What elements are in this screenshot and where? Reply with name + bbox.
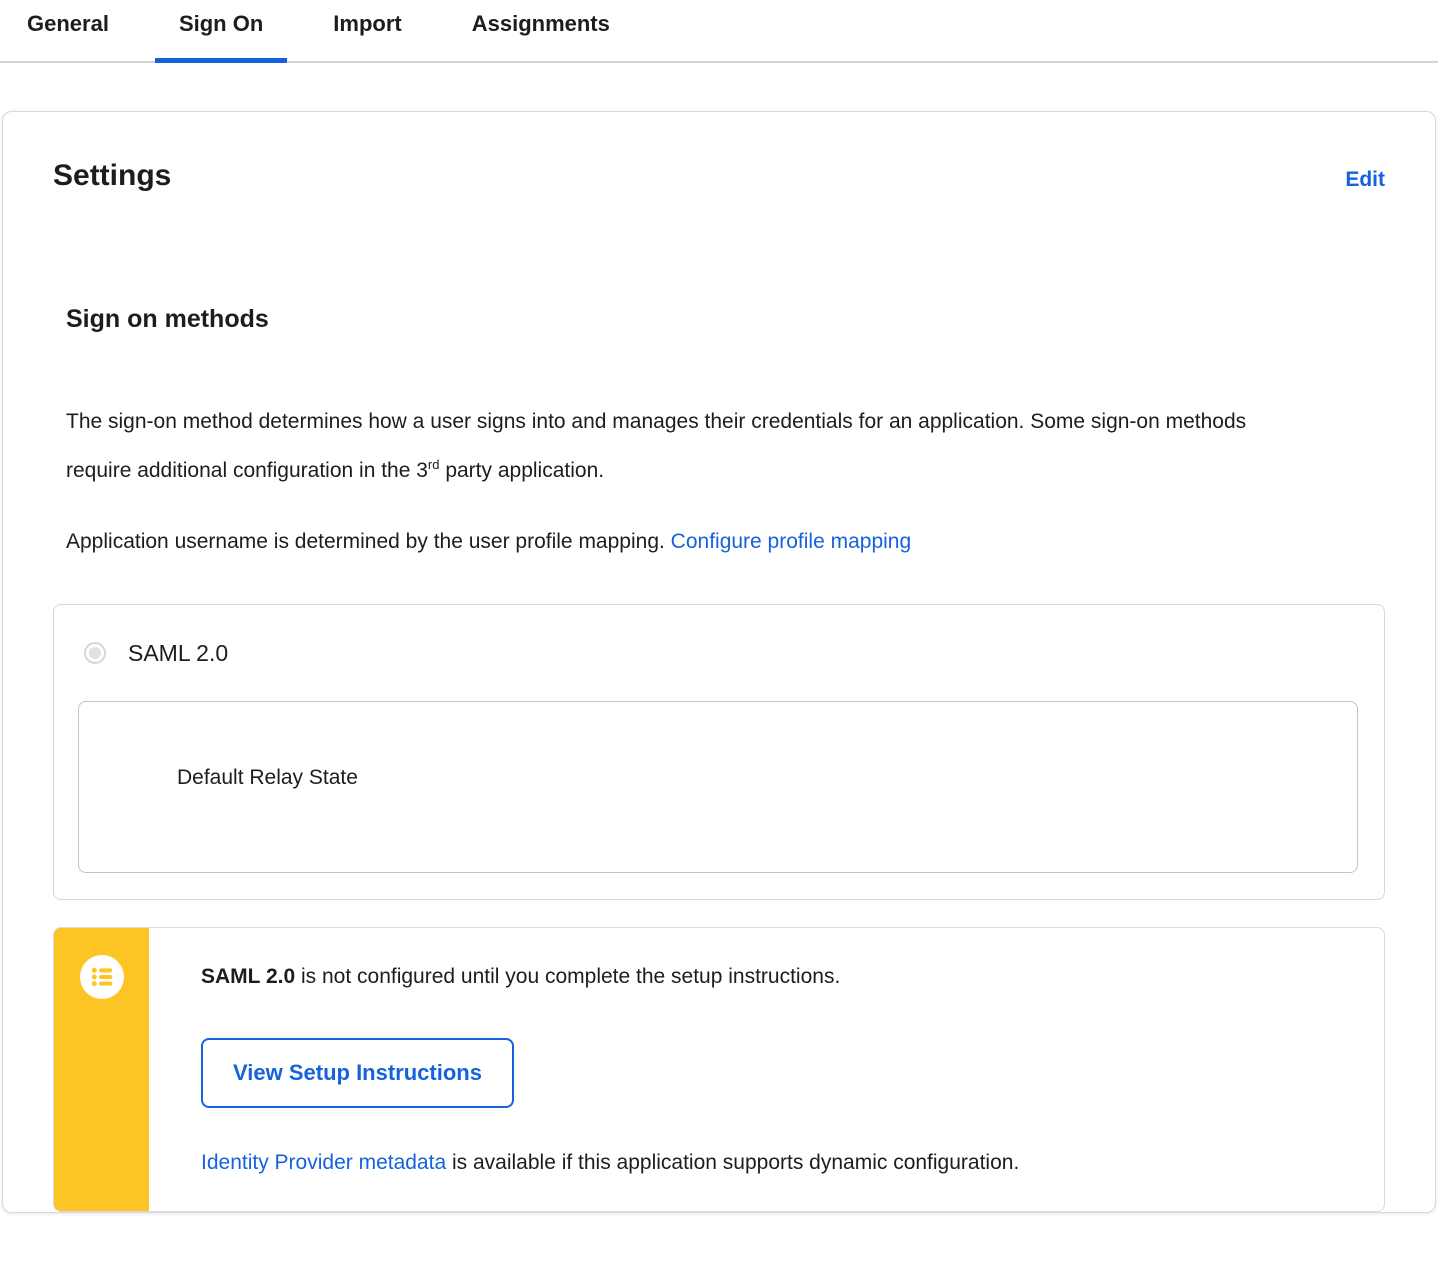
warning-body: SAML 2.0 is not configured until you com…: [149, 928, 1384, 1211]
section-title: Sign on methods: [66, 305, 269, 333]
saml-method-box: SAML 2.0 Default Relay State: [53, 604, 1385, 900]
tab-sign-on[interactable]: Sign On: [154, 0, 288, 63]
description-text: The sign-on method determines how a user…: [66, 410, 1247, 482]
card-header: Settings Edit: [53, 158, 1385, 194]
default-relay-state-box: Default Relay State: [78, 701, 1358, 873]
identity-provider-metadata-link[interactable]: Identity Provider metadata: [201, 1151, 446, 1174]
edit-link[interactable]: Edit: [1345, 168, 1385, 192]
settings-card: Settings Edit Sign on methods The sign-o…: [2, 111, 1436, 1213]
saml-radio-label: SAML 2.0: [128, 639, 229, 666]
warning-accent-bar: [54, 928, 149, 1211]
saml-radio[interactable]: [84, 642, 106, 664]
metadata-note-text: is available if this application support…: [446, 1151, 1020, 1174]
metadata-note: Identity Provider metadata is available …: [201, 1148, 1344, 1178]
description-superscript: rd: [427, 457, 440, 472]
default-relay-state-label: Default Relay State: [177, 766, 358, 789]
saml-radio-dot: [89, 647, 101, 659]
tab-assignments[interactable]: Assignments: [448, 0, 634, 61]
tab-general[interactable]: General: [3, 0, 133, 61]
saml-radio-row: SAML 2.0: [84, 639, 1358, 667]
setup-list-icon: [79, 955, 124, 999]
tab-import[interactable]: Import: [309, 0, 425, 61]
username-note: Application username is determined by th…: [66, 517, 1306, 566]
configure-profile-mapping-link[interactable]: Configure profile mapping: [671, 530, 911, 553]
warning-message-text: is not configured until you complete the…: [295, 965, 841, 988]
page-title: Settings: [53, 159, 172, 192]
username-note-text: Application username is determined by th…: [66, 530, 671, 553]
saml-warning-callout: SAML 2.0 is not configured until you com…: [53, 927, 1385, 1212]
warning-message-bold: SAML 2.0: [201, 965, 296, 988]
sign-on-description: The sign-on method determines how a user…: [66, 397, 1306, 495]
description-text-end: party application.: [439, 459, 605, 482]
tab-bar: General Sign On Import Assignments: [0, 0, 1438, 63]
warning-message: SAML 2.0 is not configured until you com…: [201, 962, 1344, 992]
view-setup-instructions-button[interactable]: View Setup Instructions: [201, 1038, 514, 1108]
